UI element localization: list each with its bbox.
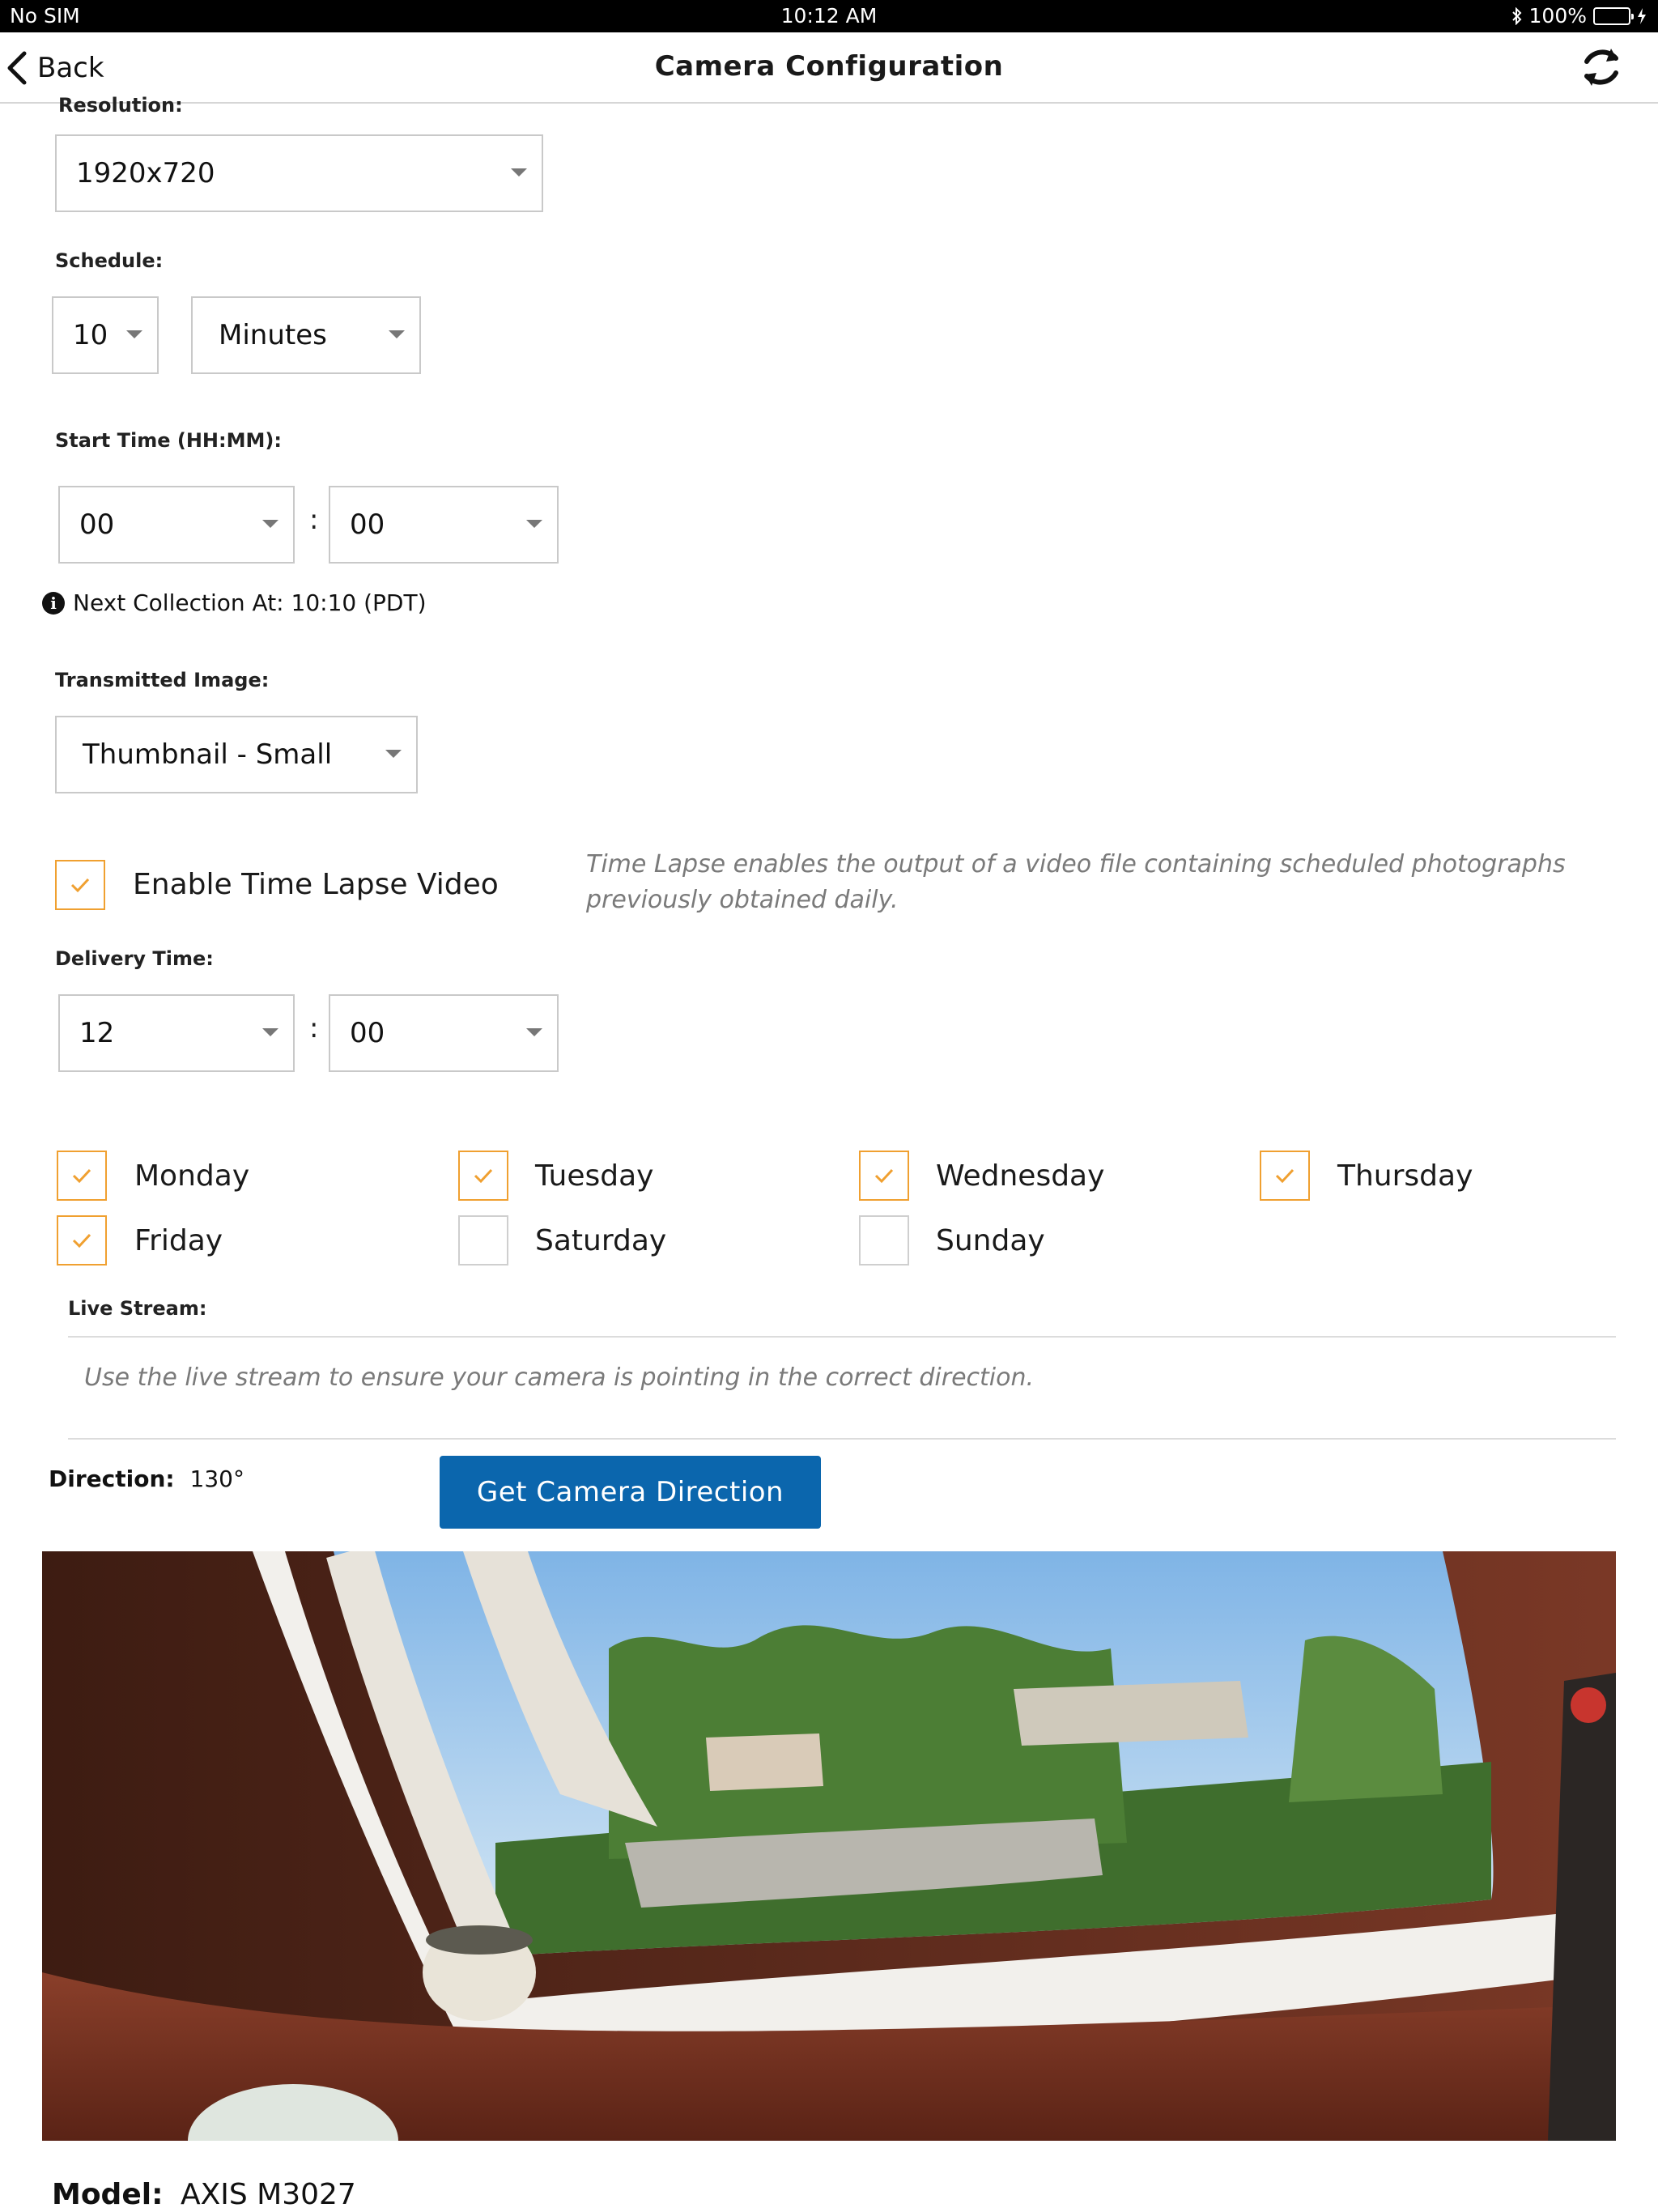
wednesday-checkbox[interactable]: [859, 1151, 909, 1201]
page-title: Camera Configuration: [654, 50, 1004, 83]
time-lapse-hint: Time Lapse enables the output of a video…: [586, 850, 1566, 914]
live-stream-label: Live Stream:: [68, 1297, 207, 1320]
live-stream-view[interactable]: [42, 1551, 1616, 2141]
chevron-down-icon: [511, 168, 527, 177]
direction-value: 130°: [189, 1465, 244, 1492]
info-icon: i: [42, 591, 65, 615]
chevron-down-icon: [262, 520, 278, 528]
delivery-hours-value: 12: [79, 1017, 115, 1049]
thursday-checkbox[interactable]: [1260, 1151, 1310, 1201]
live-stream-hint: Use the live stream to ensure your camer…: [84, 1363, 1035, 1392]
chevron-down-icon: [126, 330, 142, 338]
chevron-down-icon: [526, 520, 542, 528]
saturday-label: Saturday: [535, 1224, 667, 1257]
status-bar: No SIM 10:12 AM 100%: [0, 0, 1658, 32]
time-separator: :: [309, 1012, 319, 1044]
schedule-label: Schedule:: [55, 249, 164, 272]
bluetooth-icon: [1511, 6, 1521, 25]
schedule-interval-select[interactable]: 10: [52, 296, 159, 374]
delivery-time-label: Delivery Time:: [55, 947, 214, 970]
model-value: AXIS M3027: [180, 2178, 356, 2211]
divider: [68, 1336, 1616, 1338]
checkmark-icon: [1275, 1168, 1295, 1184]
checkmark-icon: [70, 878, 90, 893]
refresh-button[interactable]: [1575, 40, 1627, 94]
resolution-label: Resolution:: [58, 94, 183, 117]
status-right: 100%: [1511, 4, 1647, 28]
friday-checkbox[interactable]: [57, 1215, 107, 1266]
wednesday-label: Wednesday: [936, 1159, 1105, 1193]
sunday-label: Sunday: [936, 1224, 1045, 1257]
start-time-label: Start Time (HH:MM):: [55, 429, 282, 452]
chevron-down-icon: [389, 330, 405, 338]
time-lapse-checkbox[interactable]: [55, 860, 105, 910]
chevron-down-icon: [262, 1028, 278, 1036]
sunday-checkbox[interactable]: [859, 1215, 909, 1266]
delivery-minutes-value: 00: [350, 1017, 385, 1049]
transmitted-image-label: Transmitted Image:: [55, 669, 270, 691]
model-info: Model: AXIS M3027: [52, 2178, 356, 2211]
checkmark-icon: [474, 1168, 493, 1184]
delivery-hours-select[interactable]: 12: [58, 994, 295, 1072]
time-lapse-label: Enable Time Lapse Video: [133, 868, 499, 901]
battery-percent: 100%: [1528, 4, 1587, 28]
start-hours-select[interactable]: 00: [58, 486, 295, 564]
get-camera-direction-button[interactable]: Get Camera Direction: [440, 1456, 821, 1529]
time-separator: :: [309, 504, 319, 536]
model-label: Model:: [52, 2178, 164, 2211]
schedule-unit-value: Minutes: [219, 319, 327, 351]
transmitted-image-select[interactable]: Thumbnail - Small: [55, 716, 418, 793]
thursday-label: Thursday: [1337, 1159, 1473, 1193]
start-minutes-select[interactable]: 00: [329, 486, 559, 564]
transmitted-image-value: Thumbnail - Small: [83, 738, 333, 771]
monday-label: Monday: [134, 1159, 250, 1193]
resolution-value: 1920x720: [76, 157, 215, 189]
chevron-down-icon: [385, 750, 402, 758]
checkmark-icon: [72, 1233, 91, 1249]
chevron-down-icon: [526, 1028, 542, 1036]
schedule-unit-select[interactable]: Minutes: [191, 296, 421, 374]
navigation-bar: Back Camera Configuration: [0, 32, 1658, 104]
resolution-select[interactable]: 1920x720: [55, 134, 543, 212]
start-hours-value: 00: [79, 508, 115, 541]
checkmark-icon: [72, 1168, 91, 1184]
tuesday-label: Tuesday: [535, 1159, 654, 1193]
clock: 10:12 AM: [780, 4, 878, 28]
start-minutes-value: 00: [350, 508, 385, 541]
next-collection-info: i Next Collection At: 10:10 (PDT): [42, 589, 427, 616]
saturday-checkbox[interactable]: [458, 1215, 508, 1266]
next-collection-text: Next Collection At: 10:10 (PDT): [73, 589, 427, 616]
schedule-interval-value: 10: [73, 319, 108, 351]
charging-bolt-icon: [1638, 7, 1646, 24]
battery-icon: [1593, 6, 1634, 25]
refresh-icon: [1584, 49, 1618, 86]
direction-readout: Direction: 130°: [49, 1465, 244, 1492]
delivery-minutes-select[interactable]: 00: [329, 994, 559, 1072]
camera-feed-image: [42, 1551, 1616, 2141]
checkmark-icon: [874, 1168, 894, 1184]
tuesday-checkbox[interactable]: [458, 1151, 508, 1201]
divider: [68, 1438, 1616, 1440]
monday-checkbox[interactable]: [57, 1151, 107, 1201]
friday-label: Friday: [134, 1224, 223, 1257]
direction-label: Direction:: [49, 1465, 175, 1492]
